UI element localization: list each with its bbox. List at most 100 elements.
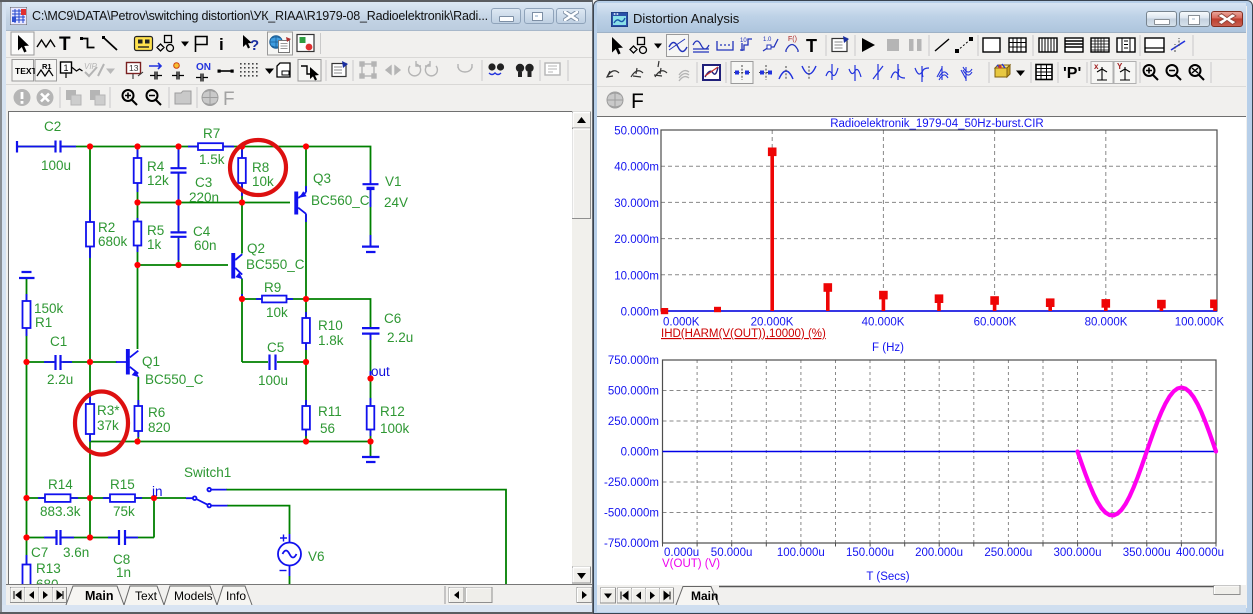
svg-text:0.000m: 0.000m [621, 307, 659, 319]
svg-text:-250.000m: -250.000m [604, 477, 659, 489]
svg-text:C7: C7 [31, 545, 48, 560]
svg-text:10k: 10k [266, 305, 288, 320]
svg-text:200.000u: 200.000u [915, 547, 963, 559]
svg-text:60n: 60n [194, 238, 217, 253]
svg-text:100u: 100u [258, 373, 288, 388]
svg-text:out: out [371, 364, 390, 379]
svg-text:40.000m: 40.000m [614, 162, 659, 174]
svg-text:Info: Info [226, 589, 246, 603]
svg-text:30.000m: 30.000m [614, 198, 659, 210]
svg-text:1: 1 [64, 63, 69, 73]
svg-text:Q2: Q2 [247, 241, 265, 256]
svg-text:F: F [223, 89, 235, 110]
svg-text:R14: R14 [48, 477, 73, 492]
svg-text:R11: R11 [318, 404, 342, 419]
svg-text:0.000m: 0.000m [621, 447, 659, 459]
svg-text:V6: V6 [308, 549, 325, 564]
svg-text:1.5k: 1.5k [199, 152, 225, 167]
svg-text:-500.000m: -500.000m [604, 508, 659, 520]
svg-text:C2: C2 [44, 119, 61, 134]
svg-text:BC550_C: BC550_C [145, 372, 204, 387]
svg-text:12k: 12k [147, 173, 169, 188]
svg-text:V1: V1 [385, 174, 402, 189]
svg-text:C3: C3 [195, 175, 212, 190]
svg-text:250.000u: 250.000u [984, 547, 1032, 559]
svg-text:T: T [806, 36, 817, 56]
svg-text:250.000m: 250.000m [608, 416, 659, 428]
svg-text:V(OUT) (V): V(OUT) (V) [662, 558, 720, 570]
svg-text:100k: 100k [380, 421, 410, 436]
svg-text:F: F [631, 90, 644, 113]
svg-text:1k: 1k [147, 237, 162, 252]
svg-text:80.000K: 80.000K [1085, 317, 1128, 329]
svg-text:220n: 220n [189, 190, 219, 205]
svg-text:BC560_C: BC560_C [311, 193, 370, 208]
svg-text:1.8k: 1.8k [318, 333, 344, 348]
svg-text:C1: C1 [50, 334, 67, 349]
svg-text:R5: R5 [147, 223, 164, 238]
svg-text:13: 13 [129, 63, 139, 73]
svg-text:75k: 75k [113, 504, 135, 519]
svg-text:2.2u: 2.2u [387, 330, 413, 345]
svg-text:Q1: Q1 [142, 354, 160, 369]
svg-text:i: i [219, 35, 224, 54]
svg-text:Radioelektronik_1979-04_50Hz-b: Radioelektronik_1979-04_50Hz-burst.CIR [830, 118, 1044, 130]
svg-text:150.000u: 150.000u [846, 547, 894, 559]
svg-text:100.000u: 100.000u [777, 547, 825, 559]
svg-text:0.000K: 0.000K [663, 317, 700, 329]
svg-text:10.000m: 10.000m [614, 270, 659, 282]
svg-text:?: ? [250, 37, 259, 54]
svg-text:1.0: 1.0 [763, 37, 772, 43]
svg-text:R4: R4 [147, 159, 165, 174]
svg-text:20.000m: 20.000m [614, 234, 659, 246]
svg-text:F (Hz): F (Hz) [872, 342, 904, 354]
svg-text:2.2u: 2.2u [47, 372, 73, 387]
svg-text:750.000m: 750.000m [608, 355, 659, 367]
svg-text:T: T [59, 34, 71, 55]
svg-text:1n: 1n [116, 565, 131, 580]
svg-text:Main: Main [85, 589, 113, 603]
svg-text:350.000u: 350.000u [1123, 547, 1171, 559]
svg-text:100u: 100u [41, 158, 71, 173]
svg-text:40.000K: 40.000K [862, 317, 905, 329]
svg-text:883.3k: 883.3k [40, 504, 81, 519]
svg-text:T (Secs): T (Secs) [866, 571, 909, 583]
svg-text:500.000m: 500.000m [608, 386, 659, 398]
svg-text:in: in [152, 484, 163, 499]
svg-text:R13: R13 [36, 561, 61, 576]
svg-text:3.6n: 3.6n [63, 545, 89, 560]
svg-text:100.000K: 100.000K [1175, 317, 1225, 329]
svg-text:50.000m: 50.000m [614, 126, 659, 138]
svg-text:56: 56 [320, 421, 335, 436]
svg-text:60.000K: 60.000K [974, 317, 1017, 329]
svg-text:10k: 10k [252, 174, 274, 189]
svg-text:R8: R8 [252, 160, 269, 175]
svg-text:Models: Models [174, 589, 213, 603]
svg-text:R6: R6 [148, 405, 165, 420]
svg-text:Text: Text [135, 589, 158, 603]
svg-text:BC550_C: BC550_C [246, 257, 305, 272]
svg-text:R12: R12 [380, 404, 405, 419]
svg-text:680k: 680k [98, 234, 128, 249]
svg-text:20.000K: 20.000K [751, 317, 794, 329]
svg-text:Main: Main [691, 589, 718, 603]
svg-text:R1: R1 [35, 315, 52, 330]
svg-text:150k: 150k [34, 301, 64, 316]
svg-text:'P': 'P' [1063, 65, 1081, 82]
svg-text:37k: 37k [97, 418, 119, 433]
svg-text:R3*: R3* [97, 403, 120, 418]
svg-text:R2: R2 [98, 220, 115, 235]
svg-text:Switch1: Switch1 [184, 465, 231, 480]
svg-text:10: 10 [740, 38, 747, 44]
svg-text:Q3: Q3 [313, 171, 331, 186]
svg-text:C6: C6 [384, 311, 401, 326]
svg-text:-750.000m: -750.000m [604, 538, 659, 550]
svg-text:ON: ON [196, 62, 211, 73]
svg-text:F(): F() [788, 36, 797, 43]
svg-text:R7: R7 [203, 126, 220, 141]
svg-text:R10: R10 [318, 318, 343, 333]
svg-text:24V: 24V [384, 195, 408, 210]
svg-text:Y: Y [1117, 62, 1123, 71]
svg-text:C4: C4 [193, 224, 211, 239]
svg-text:IHD(HARM(V(OUT)),10000) (%): IHD(HARM(V(OUT)),10000) (%) [661, 328, 826, 340]
